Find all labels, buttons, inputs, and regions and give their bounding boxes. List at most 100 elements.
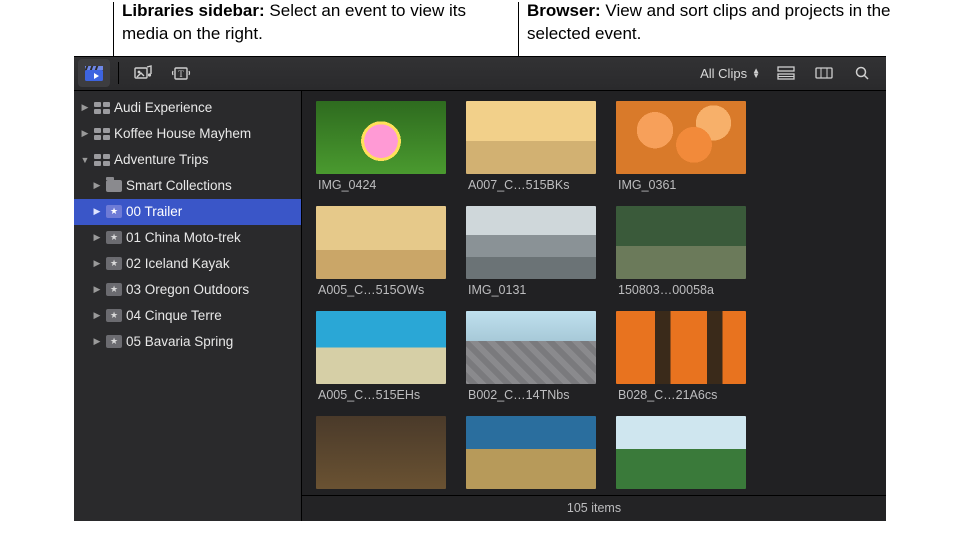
svg-text:T: T xyxy=(178,69,184,79)
sidebar-project-01[interactable]: ▶ ★ 01 China Moto-trek xyxy=(74,225,301,251)
clip-label: A007_C…515BKs xyxy=(466,174,596,202)
clip-thumbnail xyxy=(616,416,746,489)
clip-item[interactable] xyxy=(616,416,746,495)
browser-footer: 105 items xyxy=(302,495,886,521)
sidebar-smart-collections[interactable]: ▶ Smart Collections xyxy=(74,173,301,199)
list-view-button[interactable] xyxy=(770,59,802,87)
sidebar-item-label: 02 Iceland Kayak xyxy=(126,256,230,271)
disclosure-icon: ▶ xyxy=(80,128,90,139)
disclosure-icon: ▶ xyxy=(92,206,102,217)
disclosure-open-icon: ▼ xyxy=(80,155,90,165)
clip-item[interactable]: A005_C…515OWs xyxy=(316,206,446,307)
sidebar-item-label: 05 Bavaria Spring xyxy=(126,334,233,349)
sidebar-event-koffee[interactable]: ▶ Koffee House Mayhem xyxy=(74,121,301,147)
clip-label: 150803…00058a xyxy=(616,279,746,307)
sidebar-item-label: Smart Collections xyxy=(126,178,232,193)
clip-thumbnail xyxy=(316,101,446,174)
sidebar-item-label: Adventure Trips xyxy=(114,152,209,167)
toolbar: T All Clips ▲▼ xyxy=(74,57,886,91)
clip-thumbnail xyxy=(466,206,596,279)
clip-filter-dropdown[interactable]: All Clips ▲▼ xyxy=(696,66,764,81)
search-icon xyxy=(854,65,870,81)
library-icon xyxy=(94,128,110,140)
clip-label: B028_C…21A6cs xyxy=(616,384,746,412)
event-icon: ★ xyxy=(106,309,122,322)
clip-thumbnail xyxy=(316,416,446,489)
sidebar-project-03[interactable]: ▶ ★ 03 Oregon Outdoors xyxy=(74,277,301,303)
callout-browser-title: Browser: xyxy=(527,1,601,20)
updown-icon: ▲▼ xyxy=(752,68,760,78)
library-icon xyxy=(94,154,110,166)
clip-item[interactable]: A005_C…515EHs xyxy=(316,311,446,412)
app-window: T All Clips ▲▼ xyxy=(74,56,886,521)
clip-filter-label: All Clips xyxy=(700,66,747,81)
sidebar-project-02[interactable]: ▶ ★ 02 Iceland Kayak xyxy=(74,251,301,277)
event-icon: ★ xyxy=(106,231,122,244)
filmstrip-icon xyxy=(815,66,833,80)
clip-grid[interactable]: IMG_0424 A007_C…515BKs IMG_0361 A005_C…5… xyxy=(302,91,886,495)
event-icon: ★ xyxy=(106,335,122,348)
event-icon: ★ xyxy=(106,257,122,270)
clip-thumbnail xyxy=(616,206,746,279)
clip-appearance-button[interactable] xyxy=(808,59,840,87)
clip-item[interactable]: IMG_0361 xyxy=(616,101,746,202)
clip-thumbnail xyxy=(616,101,746,174)
clapperboard-icon xyxy=(84,64,104,82)
callouts: Libraries sidebar: Select an event to vi… xyxy=(0,0,960,56)
clip-thumbnail xyxy=(316,206,446,279)
sidebar-project-00-trailer[interactable]: ▶ ★ 00 Trailer xyxy=(74,199,301,225)
callout-libraries: Libraries sidebar: Select an event to vi… xyxy=(122,0,482,46)
clip-item[interactable]: IMG_0131 xyxy=(466,206,596,307)
clip-label: A005_C…515EHs xyxy=(316,384,446,412)
callout-line xyxy=(518,2,519,60)
sidebar-item-label: 03 Oregon Outdoors xyxy=(126,282,249,297)
folder-icon xyxy=(106,180,122,192)
clip-browser: IMG_0424 A007_C…515BKs IMG_0361 A005_C…5… xyxy=(302,91,886,521)
photos-music-icon xyxy=(133,65,153,81)
list-icon xyxy=(777,66,795,80)
clip-label: IMG_0361 xyxy=(616,174,746,202)
sidebar-event-audi[interactable]: ▶ Audi Experience xyxy=(74,95,301,121)
disclosure-icon: ▶ xyxy=(92,284,102,295)
callout-libraries-title: Libraries sidebar: xyxy=(122,1,265,20)
disclosure-icon: ▶ xyxy=(92,180,102,191)
app-body: ▶ Audi Experience ▶ Koffee House Mayhem … xyxy=(74,91,886,521)
clip-item[interactable]: A007_C…515BKs xyxy=(466,101,596,202)
sidebar-item-label: 00 Trailer xyxy=(126,204,182,219)
titles-generators-button[interactable]: T xyxy=(165,59,197,87)
clip-thumbnail xyxy=(316,311,446,384)
search-button[interactable] xyxy=(846,59,878,87)
event-icon: ★ xyxy=(106,205,122,218)
clip-label: IMG_0424 xyxy=(316,174,446,202)
clip-item[interactable]: IMG_0424 xyxy=(316,101,446,202)
clip-thumbnail xyxy=(616,311,746,384)
clip-item[interactable]: B002_C…14TNbs xyxy=(466,311,596,412)
callout-line xyxy=(113,2,114,60)
clip-item[interactable] xyxy=(316,416,446,495)
clip-item[interactable]: 150803…00058a xyxy=(616,206,746,307)
clip-thumbnail xyxy=(466,416,596,489)
clip-item[interactable] xyxy=(466,416,596,495)
clip-item[interactable]: B028_C…21A6cs xyxy=(616,311,746,412)
disclosure-icon: ▶ xyxy=(92,336,102,347)
clip-label: B002_C…14TNbs xyxy=(466,384,596,412)
sidebar-item-label: 04 Cinque Terre xyxy=(126,308,222,323)
disclosure-icon: ▶ xyxy=(92,232,102,243)
disclosure-icon: ▶ xyxy=(92,258,102,269)
callout-browser: Browser: View and sort clips and project… xyxy=(527,0,897,46)
library-icon xyxy=(94,102,110,114)
sidebar-project-05[interactable]: ▶ ★ 05 Bavaria Spring xyxy=(74,329,301,355)
clip-label: A005_C…515OWs xyxy=(316,279,446,307)
photos-media-button[interactable] xyxy=(127,59,159,87)
sidebar-item-label: Koffee House Mayhem xyxy=(114,126,251,141)
library-tab-button[interactable] xyxy=(78,59,110,87)
libraries-sidebar: ▶ Audi Experience ▶ Koffee House Mayhem … xyxy=(74,91,302,521)
sidebar-project-04[interactable]: ▶ ★ 04 Cinque Terre xyxy=(74,303,301,329)
clip-label: IMG_0131 xyxy=(466,279,596,307)
sidebar-event-adventure[interactable]: ▼ Adventure Trips xyxy=(74,147,301,173)
disclosure-icon: ▶ xyxy=(92,310,102,321)
clip-thumbnail xyxy=(466,101,596,174)
item-count: 105 items xyxy=(567,501,621,515)
sidebar-item-label: Audi Experience xyxy=(114,100,212,115)
clip-thumbnail xyxy=(466,311,596,384)
